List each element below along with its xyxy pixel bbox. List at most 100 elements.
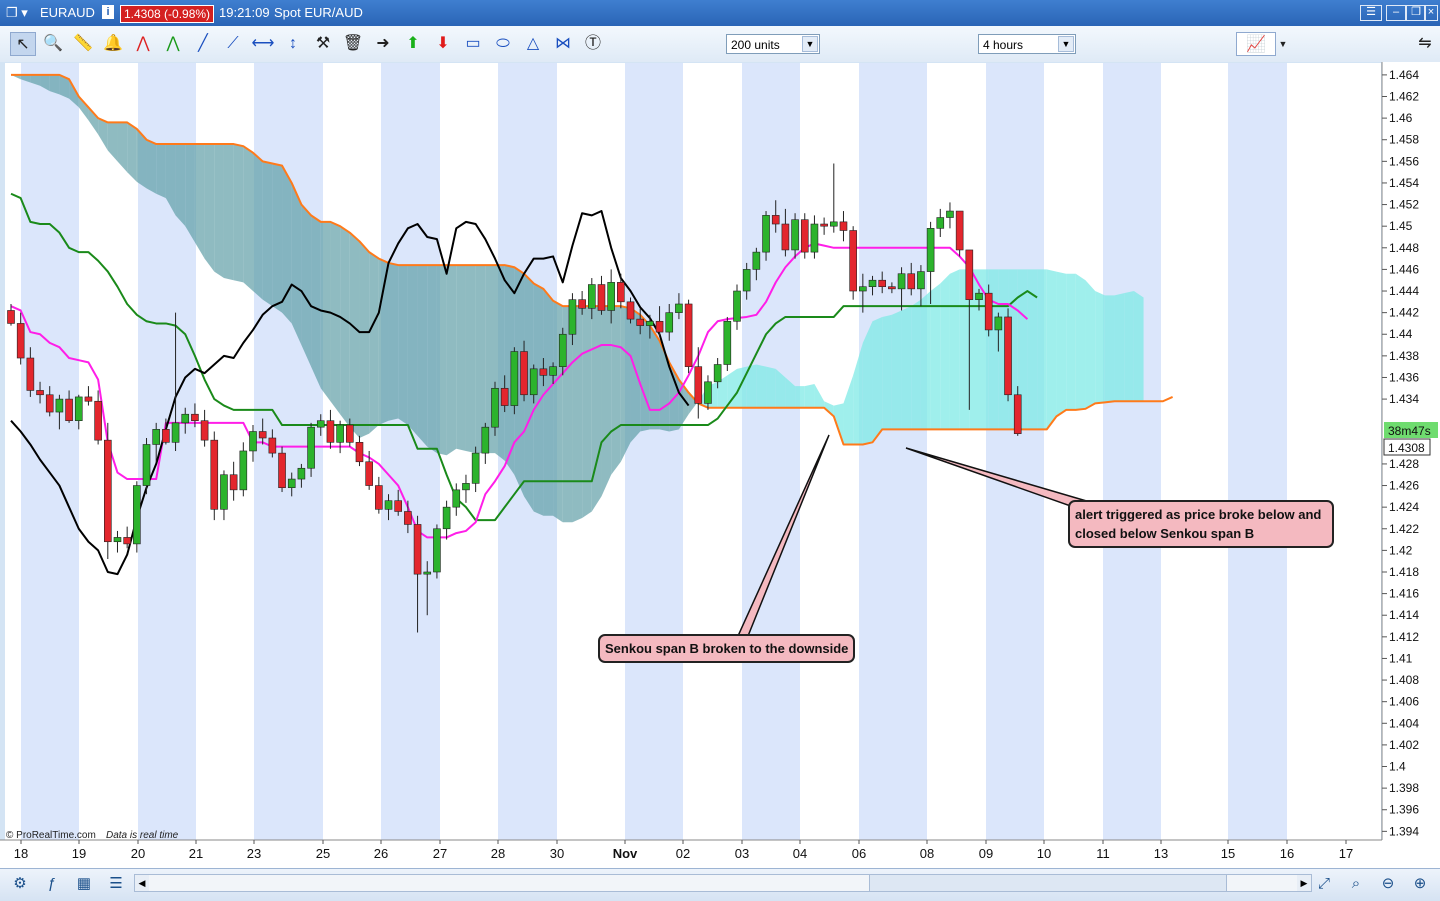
candle-body (104, 439, 112, 543)
candle-body (617, 282, 625, 303)
time-tick-label: 18 (14, 846, 28, 861)
candle-body (394, 500, 403, 512)
candle-body (307, 426, 315, 469)
table-icon[interactable]: ▦ (72, 873, 96, 895)
price-tick-label: 1.4 (1389, 760, 1406, 774)
cloud-segment (427, 265, 437, 454)
price-tick-label: 1.462 (1389, 90, 1419, 104)
candle-body (723, 320, 732, 365)
candle-body (55, 398, 64, 413)
ruler-icon[interactable]: 📏 (70, 32, 96, 56)
candle-body (258, 431, 267, 439)
candle-body (345, 424, 354, 443)
zoom-in-icon[interactable]: ⊕ (1408, 873, 1432, 895)
panel-toggle-icon[interactable]: ⇋ (1412, 32, 1438, 56)
candle-body (278, 452, 286, 489)
chevron-down-icon[interactable]: ▼ (1276, 32, 1290, 56)
price-tick-label: 1.414 (1389, 608, 1419, 622)
alert-bell-icon[interactable]: 🔔 (100, 32, 126, 56)
candle-body (539, 368, 548, 376)
candle-body (810, 223, 819, 253)
scroll-right-icon[interactable]: ▶ (1297, 875, 1311, 891)
info-icon[interactable]: i (102, 5, 114, 19)
time-tick-label: 25 (316, 846, 330, 861)
callout-alert[interactable]: alert triggered as price broke below and… (1068, 500, 1334, 548)
cloud-segment (127, 122, 137, 182)
cloud-segment (901, 306, 912, 430)
arrow-right-icon[interactable]: ➜ (370, 32, 396, 56)
chart-type-icon[interactable]: 📈 (1236, 32, 1276, 56)
cloud-segment (146, 139, 157, 194)
copyright-text: © ProRealTime.com (6, 830, 96, 841)
current-price-label: 1.4308 (1388, 441, 1425, 455)
vertical-line-icon[interactable]: ↕ (280, 32, 306, 56)
scroll-thumb[interactable] (869, 875, 1227, 891)
time-tick-label: 15 (1221, 846, 1235, 861)
price-tick-label: 1.41 (1389, 651, 1413, 665)
horizontal-line-icon[interactable]: ⟷ (250, 32, 276, 56)
price-chart[interactable]: 1.464 1.462 1.46 1.458 1.456 1.454 1.452 1.45 1.… (0, 62, 1440, 868)
ray-icon[interactable]: ⟋ (220, 32, 246, 56)
trend-line-red-icon[interactable]: ⋀ (130, 32, 156, 56)
cloud-segment (1133, 291, 1144, 402)
minimize-icon[interactable]: – (1386, 5, 1406, 21)
scroll-left-icon[interactable]: ◀ (135, 875, 149, 891)
zoom-out-icon[interactable]: ⊖ (1376, 873, 1400, 895)
menu-icon[interactable]: ☰ (1360, 5, 1382, 21)
chevron-down-icon[interactable]: ▼ (1058, 36, 1074, 52)
price-axis[interactable]: 1.464 1.462 1.46 1.458 1.456 1.454 1.452 1.45 1.… (1381, 62, 1440, 868)
line-icon[interactable]: ╱ (190, 32, 216, 56)
text-icon[interactable]: Ⓣ (580, 32, 606, 56)
day-band (986, 63, 1044, 840)
candle-body (568, 299, 577, 335)
candle-body (984, 292, 993, 331)
candle-body (839, 221, 848, 231)
chart-settings-icon[interactable]: ⚙ (8, 873, 32, 895)
indicator-icon[interactable]: ƒ (40, 873, 64, 895)
candle-body (162, 429, 170, 443)
arrow-up-icon[interactable]: ⬆ (400, 32, 426, 56)
callout-senkou-break[interactable]: Senkou span B broken to the downside (598, 634, 856, 663)
timeframe-value: 4 hours (983, 38, 1024, 52)
cloud-segment (156, 144, 166, 199)
trash-icon[interactable]: 🗑 (340, 32, 366, 56)
time-tick-label: 08 (920, 846, 934, 861)
time-axis[interactable]: 18 19 20 21 23 25 26 27 28 30 Nov 02 03 04 06 08 09 10 11 1… (0, 839, 1382, 868)
autoscale-icon[interactable]: ⤢ (1312, 873, 1336, 895)
price-tick-label: 1.44 (1389, 327, 1413, 341)
candle-body (74, 396, 83, 422)
zoom-icon[interactable]: 🔍 (40, 32, 66, 56)
cloud-segment (417, 265, 428, 447)
trend-line-green-icon[interactable]: ⋀ (160, 32, 186, 56)
time-label: 19:21:09 (219, 5, 270, 20)
zoom-fit-icon[interactable]: ⌕ (1344, 873, 1368, 895)
timeframe-select[interactable]: 4 hours ▼ (978, 34, 1076, 54)
triangle-icon[interactable]: △ (520, 32, 546, 56)
units-select[interactable]: 200 units ▼ (726, 34, 820, 54)
candle-body (413, 524, 422, 575)
cursor-icon[interactable]: ↖ (10, 32, 36, 56)
candle-body (868, 279, 877, 287)
cloud-segment (49, 74, 60, 95)
rectangle-icon[interactable]: ▭ (460, 32, 486, 56)
layers-icon[interactable]: ☰ (104, 873, 128, 895)
tools-icon[interactable]: ⚒ (310, 32, 336, 56)
close-icon[interactable]: × (1424, 5, 1438, 21)
candle-body (510, 351, 519, 406)
arrow-down-icon[interactable]: ⬇ (430, 32, 456, 56)
chevron-down-icon[interactable]: ▼ (802, 36, 818, 52)
restore-icon[interactable]: ❐ ▾ (6, 5, 28, 21)
maximize-icon[interactable]: ❐ (1406, 5, 1426, 21)
candle-body (694, 366, 703, 404)
candle-body (762, 215, 770, 253)
candle-body (1004, 316, 1012, 396)
candle-body (558, 333, 567, 367)
day-band (1228, 63, 1287, 840)
ellipse-icon[interactable]: ⬭ (490, 32, 516, 56)
price-tick-label: 1.436 (1389, 370, 1419, 384)
candle-body (84, 396, 93, 402)
horizontal-scrollbar[interactable]: ◀ ▶ (134, 874, 1312, 892)
fibonacci-icon[interactable]: ⋈ (550, 32, 576, 56)
candle-body (675, 303, 683, 313)
candle-body (897, 273, 906, 290)
